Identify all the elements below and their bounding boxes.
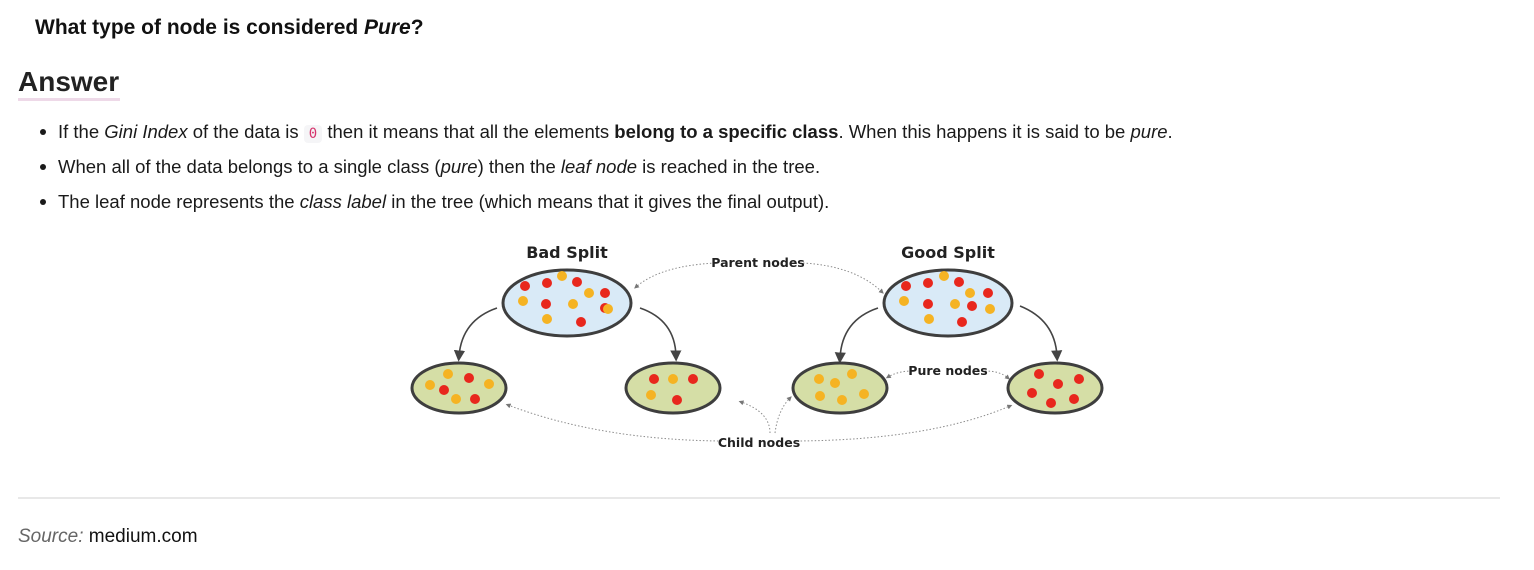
bullet-emphasis: pure bbox=[1130, 121, 1168, 142]
good-split-label: Good Split bbox=[901, 243, 995, 262]
orange-class-dot bbox=[668, 374, 678, 384]
red-class-dot bbox=[1069, 394, 1079, 404]
orange-class-dot bbox=[985, 304, 995, 314]
good-split-arrow-left bbox=[834, 307, 879, 364]
bad-split-arrow-left bbox=[453, 307, 498, 362]
bullet-bold: belong to a specific class bbox=[614, 121, 839, 142]
orange-class-dot bbox=[557, 271, 567, 281]
red-class-dot bbox=[954, 277, 964, 287]
pure-child-node-orange bbox=[791, 361, 889, 415]
divider bbox=[18, 497, 1500, 499]
orange-class-dot bbox=[443, 369, 453, 379]
orange-class-dot bbox=[568, 299, 578, 309]
red-class-dot bbox=[439, 385, 449, 395]
red-class-dot bbox=[1053, 379, 1063, 389]
question: What type of node is considered Pure? bbox=[35, 16, 424, 40]
inline-code: 0 bbox=[303, 125, 323, 143]
question-text: What type of node is considered bbox=[35, 16, 365, 39]
orange-class-dot bbox=[899, 296, 909, 306]
red-class-dot bbox=[923, 278, 933, 288]
orange-class-dot bbox=[603, 304, 613, 314]
red-class-dot bbox=[1074, 374, 1084, 384]
child-connector-mid-right bbox=[774, 396, 792, 434]
question-emphasis: Pure bbox=[364, 16, 411, 39]
pure-nodes-label: Pure nodes bbox=[908, 363, 987, 378]
source-line: Source: medium.com bbox=[18, 526, 198, 548]
red-class-dot bbox=[983, 288, 993, 298]
orange-class-dot bbox=[584, 288, 594, 298]
orange-class-dot bbox=[518, 296, 528, 306]
red-class-dot bbox=[688, 374, 698, 384]
bad-split-child-node-right bbox=[624, 361, 722, 415]
red-class-dot bbox=[541, 299, 551, 309]
red-class-dot bbox=[1034, 369, 1044, 379]
red-class-dot bbox=[649, 374, 659, 384]
good-split-arrow-right bbox=[1019, 305, 1063, 362]
bullet-text: of the data is bbox=[187, 121, 304, 142]
red-class-dot bbox=[923, 299, 933, 309]
source-label: Source: bbox=[18, 526, 84, 547]
red-class-dot bbox=[520, 281, 530, 291]
red-class-dot bbox=[464, 373, 474, 383]
bullet-emphasis: class label bbox=[299, 191, 387, 212]
orange-class-dot bbox=[859, 389, 869, 399]
bullet-text: The leaf node represents the bbox=[58, 191, 300, 212]
source-value: medium.com bbox=[88, 526, 198, 547]
orange-class-dot bbox=[646, 390, 656, 400]
bullet-emphasis: pure bbox=[440, 156, 478, 177]
list-item: When all of the data belongs to a single… bbox=[38, 154, 1173, 189]
pure-connector-right bbox=[984, 370, 1010, 380]
bullet-text: If the bbox=[58, 121, 105, 142]
list-item: If the Gini Index of the data is 0 then … bbox=[38, 119, 1173, 154]
orange-class-dot bbox=[965, 288, 975, 298]
bullet-text: is reached in the tree. bbox=[637, 156, 821, 177]
orange-class-dot bbox=[924, 314, 934, 324]
bad-split-label: Bad Split bbox=[526, 243, 608, 262]
red-class-dot bbox=[672, 395, 682, 405]
red-class-dot bbox=[967, 301, 977, 311]
orange-class-dot bbox=[939, 271, 949, 281]
orange-class-dot bbox=[837, 395, 847, 405]
orange-class-dot bbox=[814, 374, 824, 384]
red-class-dot bbox=[576, 317, 586, 327]
red-class-dot bbox=[572, 277, 582, 287]
bullet-text: ) then the bbox=[477, 156, 561, 177]
bullet-emphasis: Gini Index bbox=[104, 121, 188, 142]
red-class-dot bbox=[957, 317, 967, 327]
child-nodes-label: Child nodes bbox=[718, 435, 800, 450]
answer-list: If the Gini Index of the data is 0 then … bbox=[38, 119, 1173, 224]
orange-class-dot bbox=[542, 314, 552, 324]
orange-class-dot bbox=[484, 379, 494, 389]
orange-class-dot bbox=[451, 394, 461, 404]
split-diagram: Bad Split Good Split Parent nodes Pure n… bbox=[410, 243, 1104, 450]
orange-class-dot bbox=[950, 299, 960, 309]
answer-heading: Answer bbox=[18, 66, 120, 97]
answer-underline bbox=[18, 98, 120, 101]
child-connector-mid-left bbox=[738, 400, 771, 434]
parent-connector-left bbox=[634, 262, 716, 289]
bullet-emphasis: leaf node bbox=[560, 156, 638, 177]
bullet-text: . When this happens it is said to be bbox=[838, 121, 1131, 142]
bad-split-arrow-right bbox=[639, 307, 682, 362]
parent-nodes-label: Parent nodes bbox=[711, 255, 804, 270]
question-mark: ? bbox=[410, 16, 424, 39]
orange-class-dot bbox=[847, 369, 857, 379]
bullet-text: . bbox=[1167, 121, 1173, 142]
bullet-text: then it means that all the elements bbox=[322, 121, 615, 142]
red-class-dot bbox=[1027, 388, 1037, 398]
bullet-text: When all of the data belongs to a single… bbox=[58, 156, 441, 177]
red-class-dot bbox=[901, 281, 911, 291]
parent-connector-right bbox=[802, 262, 884, 294]
red-class-dot bbox=[470, 394, 480, 404]
orange-class-dot bbox=[815, 391, 825, 401]
red-class-dot bbox=[600, 288, 610, 298]
red-class-dot bbox=[542, 278, 552, 288]
orange-class-dot bbox=[425, 380, 435, 390]
orange-class-dot bbox=[830, 378, 840, 388]
list-item: The leaf node represents the class label… bbox=[38, 189, 1173, 224]
bullet-text: in the tree (which means that it gives t… bbox=[386, 191, 830, 212]
red-class-dot bbox=[1046, 398, 1056, 408]
